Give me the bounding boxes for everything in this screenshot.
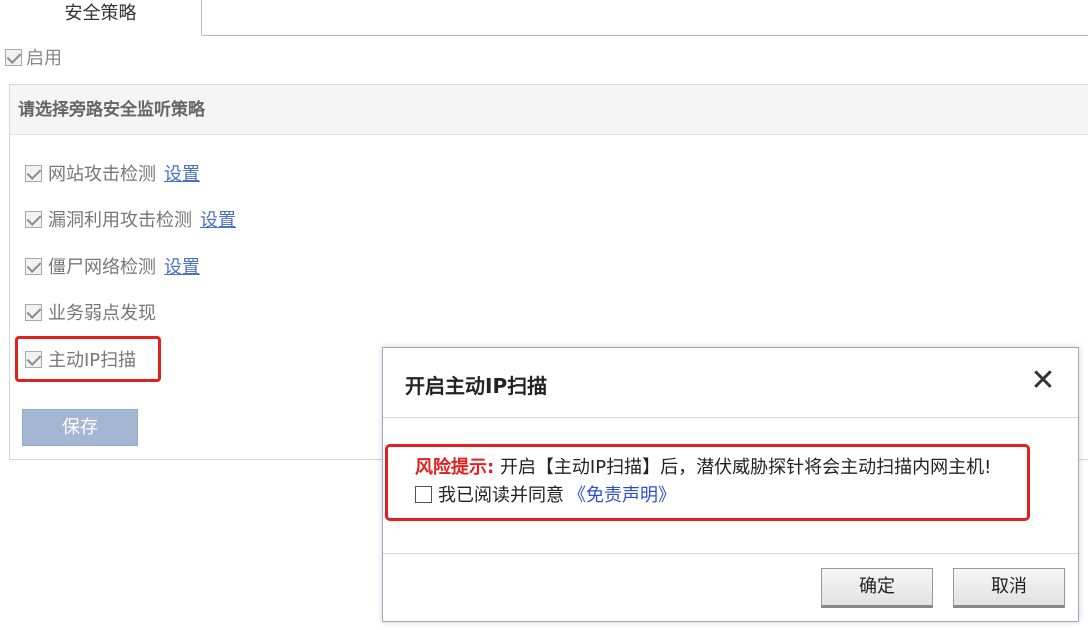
tab-bar: 安全策略 xyxy=(0,0,1088,36)
agree-label: 我已阅读并同意 xyxy=(438,485,564,506)
confirm-button[interactable]: 确定 xyxy=(821,568,933,608)
enable-label: 启用 xyxy=(26,48,62,69)
risk-warning: 风险提示: 开启【主动IP扫描】后，潜伏威胁探针将会主动扫描内网主机! xyxy=(415,453,991,479)
option-botnet: 僵尸网络检测 设置 xyxy=(25,252,200,280)
dialog-title: 开启主动IP扫描 xyxy=(405,374,548,398)
botnet-checkbox[interactable] xyxy=(25,257,42,275)
option-website-attack: 网站攻击检测 设置 xyxy=(25,159,200,187)
save-button[interactable]: 保存 xyxy=(22,409,138,446)
risk-prefix: 风险提示: xyxy=(415,457,495,478)
website-attack-settings-link[interactable]: 设置 xyxy=(164,160,200,186)
close-icon[interactable]: ✕ xyxy=(1030,366,1056,396)
exploit-attack-checkbox[interactable] xyxy=(25,210,42,228)
active-ip-scan-highlight xyxy=(15,336,161,382)
website-attack-checkbox[interactable] xyxy=(25,164,42,182)
tab-security-policy[interactable]: 安全策略 xyxy=(0,0,202,36)
exploit-attack-settings-link[interactable]: 设置 xyxy=(200,206,236,232)
disclaimer-link[interactable]: 《免责声明》 xyxy=(568,481,676,507)
option-business-weakness: 业务弱点发现 xyxy=(25,298,156,326)
enable-checkbox[interactable] xyxy=(5,48,22,66)
agree-checkbox[interactable] xyxy=(415,485,432,503)
business-weakness-checkbox[interactable] xyxy=(25,303,42,321)
option-exploit-attack: 漏洞利用攻击检测 设置 xyxy=(25,205,236,233)
botnet-settings-link[interactable]: 设置 xyxy=(164,253,200,279)
risk-text: 开启【主动IP扫描】后，潜伏威胁探针将会主动扫描内网主机! xyxy=(499,457,992,478)
botnet-label: 僵尸网络检测 xyxy=(48,257,156,278)
agree-row: 我已阅读并同意 《免责声明》 xyxy=(415,481,676,507)
enable-row: 启用 xyxy=(5,44,62,70)
cancel-button[interactable]: 取消 xyxy=(953,568,1065,608)
dialog-header: 开启主动IP扫描 ✕ xyxy=(383,348,1078,418)
business-weakness-label: 业务弱点发现 xyxy=(48,303,156,324)
tab-label: 安全策略 xyxy=(64,3,137,24)
active-ip-scan-dialog: 开启主动IP扫描 ✕ 风险提示: 开启【主动IP扫描】后，潜伏威胁探针将会主动扫… xyxy=(382,347,1079,622)
dialog-footer: 确定 取消 xyxy=(383,553,1078,621)
panel-title: 请选择旁路安全监听策略 xyxy=(10,85,1088,135)
website-attack-label: 网站攻击检测 xyxy=(48,164,156,185)
exploit-attack-label: 漏洞利用攻击检测 xyxy=(48,210,192,231)
